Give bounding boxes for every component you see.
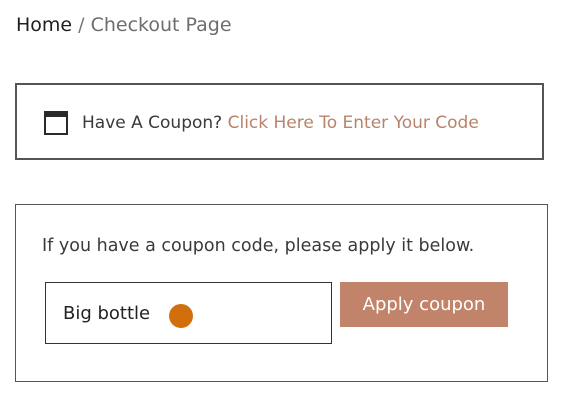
coupon-notice: Have A Coupon? Click Here To Enter Your … xyxy=(15,83,544,160)
breadcrumb-separator: / xyxy=(72,14,91,36)
breadcrumb-current: Checkout Page xyxy=(90,14,232,36)
coupon-form: If you have a coupon code, please apply … xyxy=(15,204,548,382)
coupon-prompt: If you have a coupon code, please apply … xyxy=(42,236,475,256)
coupon-notice-label: Have A Coupon? xyxy=(82,113,228,133)
cursor-marker xyxy=(169,304,193,328)
window-icon xyxy=(44,111,68,135)
coupon-notice-text: Have A Coupon? Click Here To Enter Your … xyxy=(82,111,479,135)
breadcrumb: Home / Checkout Page xyxy=(16,12,232,38)
breadcrumb-home-link[interactable]: Home xyxy=(16,14,72,36)
apply-coupon-button[interactable]: Apply coupon xyxy=(340,282,508,327)
enter-code-link[interactable]: Click Here To Enter Your Code xyxy=(228,113,479,133)
